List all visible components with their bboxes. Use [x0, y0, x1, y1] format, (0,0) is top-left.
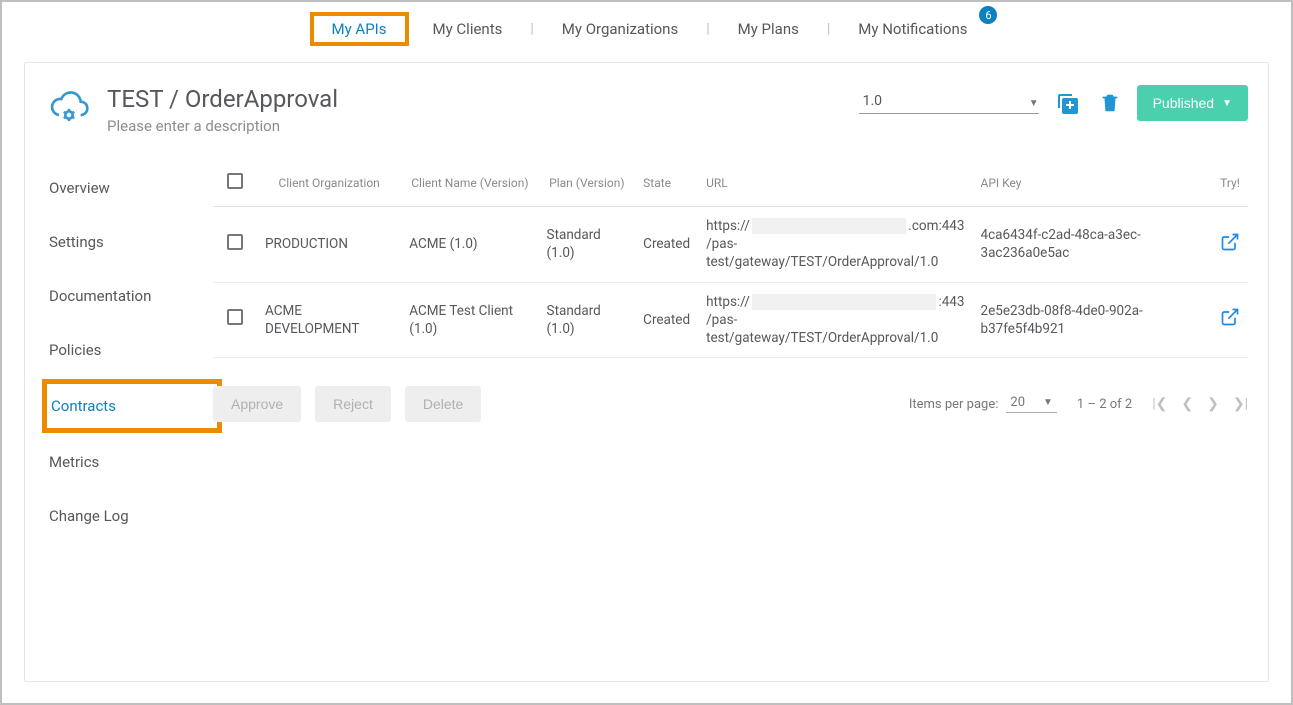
items-per-page-label: Items per page:: [909, 397, 999, 412]
pager-nav: |❮ ❮ ❯ ❯|: [1152, 396, 1248, 412]
header-controls: 1.0 ▼ Published ▼: [859, 85, 1248, 121]
caret-down-icon: ▼: [1222, 98, 1232, 109]
nav-my-apis[interactable]: My APIs: [310, 12, 409, 46]
cell-state: Created: [635, 282, 698, 358]
col-url: URL: [698, 161, 972, 207]
first-page-icon[interactable]: |❮: [1152, 396, 1167, 412]
contracts-table: Client Organization Client Name (Version…: [213, 161, 1248, 358]
published-label: Published: [1153, 95, 1215, 111]
col-state: State: [635, 161, 698, 207]
version-value: 1.0: [859, 93, 882, 109]
url-redacted: [752, 294, 937, 310]
table-row: PRODUCTION ACME (1.0) Standard (1.0) Cre…: [213, 207, 1248, 283]
nav-separator: |: [530, 21, 533, 37]
cell-client: ACME Test Client (1.0): [401, 282, 538, 358]
cloud-gear-icon: [47, 85, 91, 129]
chevron-down-icon: ▼: [1043, 397, 1053, 408]
row-checkbox[interactable]: [227, 309, 243, 325]
chevron-down-icon: ▼: [1029, 98, 1039, 109]
col-apikey: API Key: [972, 161, 1211, 207]
sidebar-item-metrics[interactable]: Metrics: [47, 435, 217, 489]
main-content: Client Organization Client Name (Version…: [213, 161, 1248, 543]
try-icon[interactable]: [1220, 315, 1240, 331]
sidebar-item-overview[interactable]: Overview: [47, 161, 217, 215]
next-page-icon[interactable]: ❯: [1207, 396, 1219, 412]
sidebar-item-documentation[interactable]: Documentation: [47, 269, 217, 323]
prev-page-icon[interactable]: ❮: [1181, 396, 1193, 412]
col-client-org: Client Organization: [257, 161, 401, 207]
cell-plan: Standard (1.0): [539, 282, 636, 358]
page-description[interactable]: Please enter a description: [107, 117, 843, 135]
nav-my-notifications[interactable]: My Notifications 6: [842, 12, 983, 46]
nav-my-plans[interactable]: My Plans: [722, 12, 815, 46]
nav-label: My Notifications: [858, 20, 967, 38]
try-icon[interactable]: [1220, 240, 1240, 256]
header-row: TEST / OrderApproval Please enter a desc…: [47, 85, 1248, 135]
body-row: Overview Settings Documentation Policies…: [47, 161, 1248, 543]
sidebar-item-contracts[interactable]: Contracts: [42, 379, 222, 433]
table-row: ACME DEVELOPMENT ACME Test Client (1.0) …: [213, 282, 1248, 358]
cell-url: https://:443 /pas-test/gateway/TEST/Orde…: [698, 282, 972, 358]
cell-plan: Standard (1.0): [539, 207, 636, 283]
sidebar-item-policies[interactable]: Policies: [47, 323, 217, 377]
pager-range: 1 – 2 of 2: [1077, 397, 1132, 412]
notification-badge: 6: [979, 6, 997, 24]
reject-button[interactable]: Reject: [315, 386, 391, 422]
cell-apikey: 2e5e23db-08f8-4de0-902a-b37fe5f4b921: [972, 282, 1211, 358]
items-per-page-select[interactable]: 20 ▼: [1006, 395, 1057, 413]
nav-my-organizations[interactable]: My Organizations: [546, 12, 694, 46]
last-page-icon[interactable]: ❯|: [1233, 396, 1248, 412]
nav-separator: |: [706, 21, 709, 37]
cell-apikey: 4ca6434f-c2ad-48ca-a3ec-3ac236a0e5ac: [972, 207, 1211, 283]
url-redacted: [752, 218, 906, 234]
delete-button[interactable]: [1095, 88, 1125, 118]
col-plan: Plan (Version): [539, 161, 636, 207]
approve-button[interactable]: Approve: [213, 386, 301, 422]
cell-org: PRODUCTION: [257, 207, 401, 283]
cell-state: Created: [635, 207, 698, 283]
cell-org: ACME DEVELOPMENT: [257, 282, 401, 358]
sidebar-item-settings[interactable]: Settings: [47, 215, 217, 269]
delete-rows-button[interactable]: Delete: [405, 386, 481, 422]
content-card: TEST / OrderApproval Please enter a desc…: [24, 62, 1269, 682]
top-nav: My APIs My Clients | My Organizations | …: [2, 2, 1291, 62]
col-try: Try!: [1212, 161, 1248, 207]
action-row: Approve Reject Delete Items per page: 20…: [213, 386, 1248, 422]
nav-separator: |: [827, 21, 830, 37]
items-per-page: Items per page: 20 ▼: [909, 395, 1057, 413]
sidebar-item-change-log[interactable]: Change Log: [47, 489, 217, 543]
nav-my-clients[interactable]: My Clients: [417, 12, 519, 46]
paginator: Items per page: 20 ▼ 1 – 2 of 2 |❮ ❮ ❯ ❯…: [909, 395, 1248, 413]
action-buttons: Approve Reject Delete: [213, 386, 481, 422]
page-title: TEST / OrderApproval: [107, 85, 843, 113]
cell-client: ACME (1.0): [401, 207, 538, 283]
title-block: TEST / OrderApproval Please enter a desc…: [107, 85, 843, 135]
cell-url: https://.com:443 /pas-test/gateway/TEST/…: [698, 207, 972, 283]
version-select[interactable]: 1.0 ▼: [859, 93, 1039, 114]
select-all-checkbox[interactable]: [227, 173, 243, 189]
col-client-name: Client Name (Version): [401, 161, 538, 207]
sidebar: Overview Settings Documentation Policies…: [47, 161, 217, 543]
row-checkbox[interactable]: [227, 234, 243, 250]
published-button[interactable]: Published ▼: [1137, 85, 1248, 121]
add-version-button[interactable]: [1051, 87, 1083, 119]
